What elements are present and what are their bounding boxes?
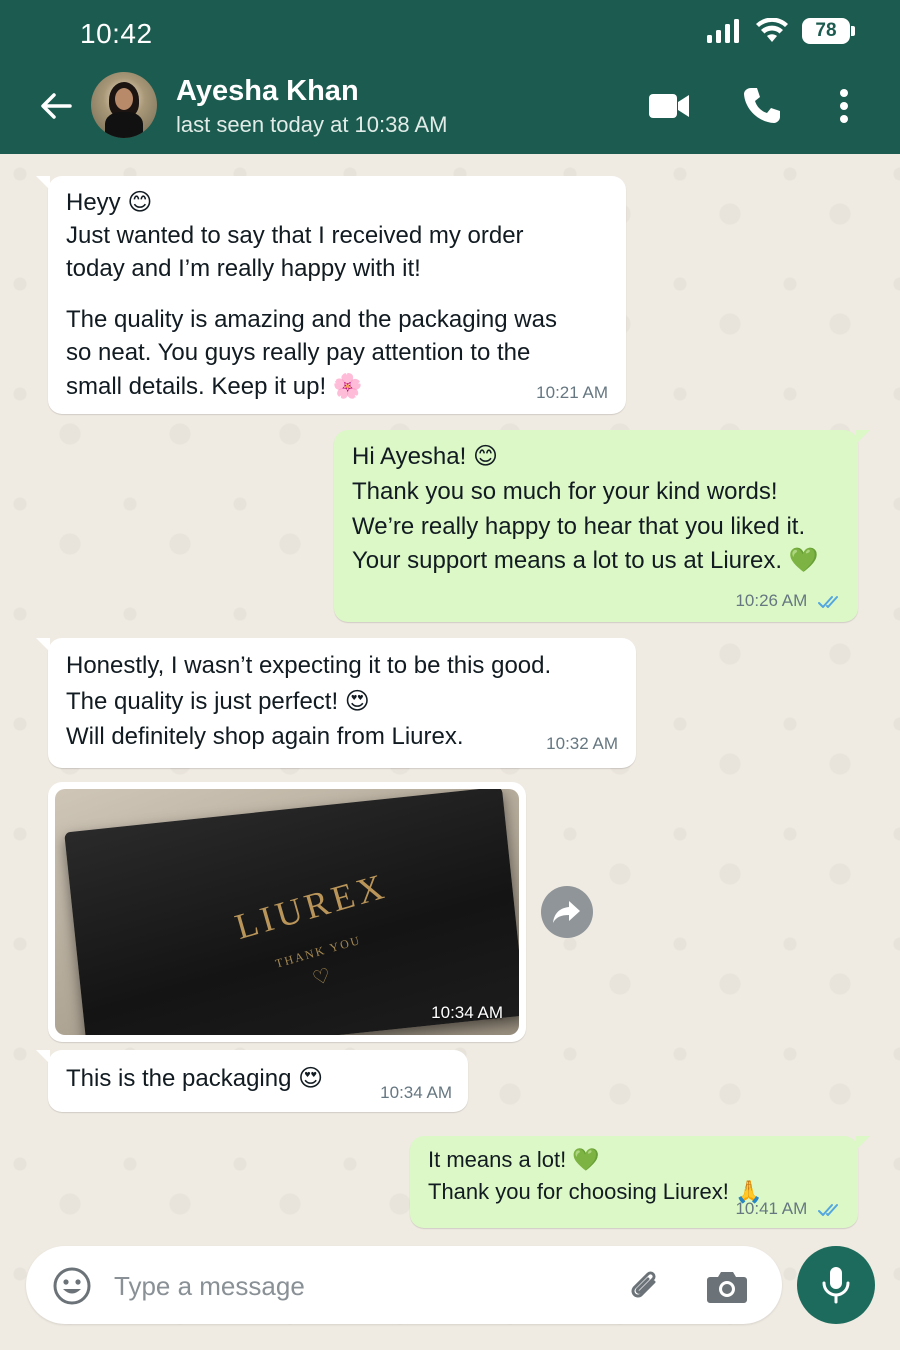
message-text: Hi Ayesha! 😊 xyxy=(352,443,498,470)
message-text: Honestly, I wasn’t expecting it to be th… xyxy=(66,652,552,679)
phone-icon[interactable] xyxy=(743,86,781,124)
status-time: 10:42 xyxy=(80,18,153,49)
emoji-icon[interactable] xyxy=(52,1266,92,1306)
message-time: 10:32 AM xyxy=(546,733,618,753)
image-message[interactable]: LIUREX THANK YOU ♡ 10:34 AM xyxy=(48,782,526,1042)
message-outgoing[interactable]: Hi Ayesha! 😊 Thank you so much for your … xyxy=(334,430,870,622)
chat-header: 10:42 78 Ayesha Khan last seen today at … xyxy=(0,0,900,154)
last-seen-status: last seen today at 10:38 AM xyxy=(176,112,448,137)
contact-name[interactable]: Ayesha Khan xyxy=(176,75,359,108)
message-outgoing[interactable]: It means a lot! 💚 Thank you for choosing… xyxy=(410,1136,870,1228)
more-options-icon[interactable] xyxy=(838,88,850,124)
avatar[interactable] xyxy=(91,72,157,138)
message-text: today and I’m really happy with it! xyxy=(66,255,421,283)
mic-icon xyxy=(822,1267,850,1304)
message-time: 10:34 AM xyxy=(431,1003,503,1022)
status-icons: 78 xyxy=(706,18,855,44)
forward-icon xyxy=(553,901,580,923)
box-image: LIUREX THANK YOU ♡ xyxy=(64,789,519,1035)
wifi-icon xyxy=(756,18,788,42)
message-time: 10:26 AM xyxy=(735,591,808,611)
mic-button[interactable] xyxy=(797,1246,875,1324)
message-time: 10:41 AM xyxy=(735,1199,808,1219)
forward-button[interactable] xyxy=(541,886,593,938)
read-ticks-icon xyxy=(818,1203,838,1216)
message-text: Will definitely shop again from Liurex. xyxy=(66,723,464,751)
packaging-photo[interactable]: LIUREX THANK YOU ♡ 10:34 AM xyxy=(55,789,519,1035)
message-text: Heyy 😊 xyxy=(66,189,153,216)
chat-area[interactable]: Heyy 😊 Just wanted to say that I receive… xyxy=(0,154,900,1350)
box-heart-icon: ♡ xyxy=(309,962,334,991)
attach-icon[interactable] xyxy=(626,1268,664,1306)
message-text: small details. Keep it up! 🌸 xyxy=(66,372,363,400)
message-text: Your support means a lot to us at Liurex… xyxy=(352,547,819,575)
message-text: We’re really happy to hear that you like… xyxy=(352,512,806,540)
message-input[interactable] xyxy=(114,1268,594,1304)
read-ticks-icon xyxy=(818,595,838,608)
message-composer xyxy=(26,1246,782,1324)
signal-icon xyxy=(707,19,739,43)
back-arrow-icon[interactable] xyxy=(36,86,76,126)
message-incoming[interactable]: Honestly, I wasn’t expecting it to be th… xyxy=(36,638,636,768)
message-text: The quality is just perfect! 😍 xyxy=(66,687,370,715)
message-text: The quality is amazing and the packaging… xyxy=(66,306,557,334)
message-text: It means a lot! 💚 xyxy=(428,1147,600,1172)
message-text: Just wanted to say that I received my or… xyxy=(66,222,524,250)
message-text: so neat. You guys really pay attention t… xyxy=(66,339,531,367)
message-incoming[interactable]: This is the packaging 😍 10:34 AM xyxy=(36,1050,468,1112)
video-call-icon[interactable] xyxy=(648,92,690,120)
camera-icon[interactable] xyxy=(706,1268,748,1304)
box-brand-text: LIUREX xyxy=(230,865,392,947)
message-time: 10:21 AM xyxy=(536,382,608,402)
battery-icon: 78 xyxy=(802,18,855,44)
message-text: Thank you so much for your kind words! xyxy=(352,477,778,505)
message-time: 10:34 AM xyxy=(380,1082,452,1102)
message-incoming[interactable]: Heyy 😊 Just wanted to say that I receive… xyxy=(36,176,626,414)
